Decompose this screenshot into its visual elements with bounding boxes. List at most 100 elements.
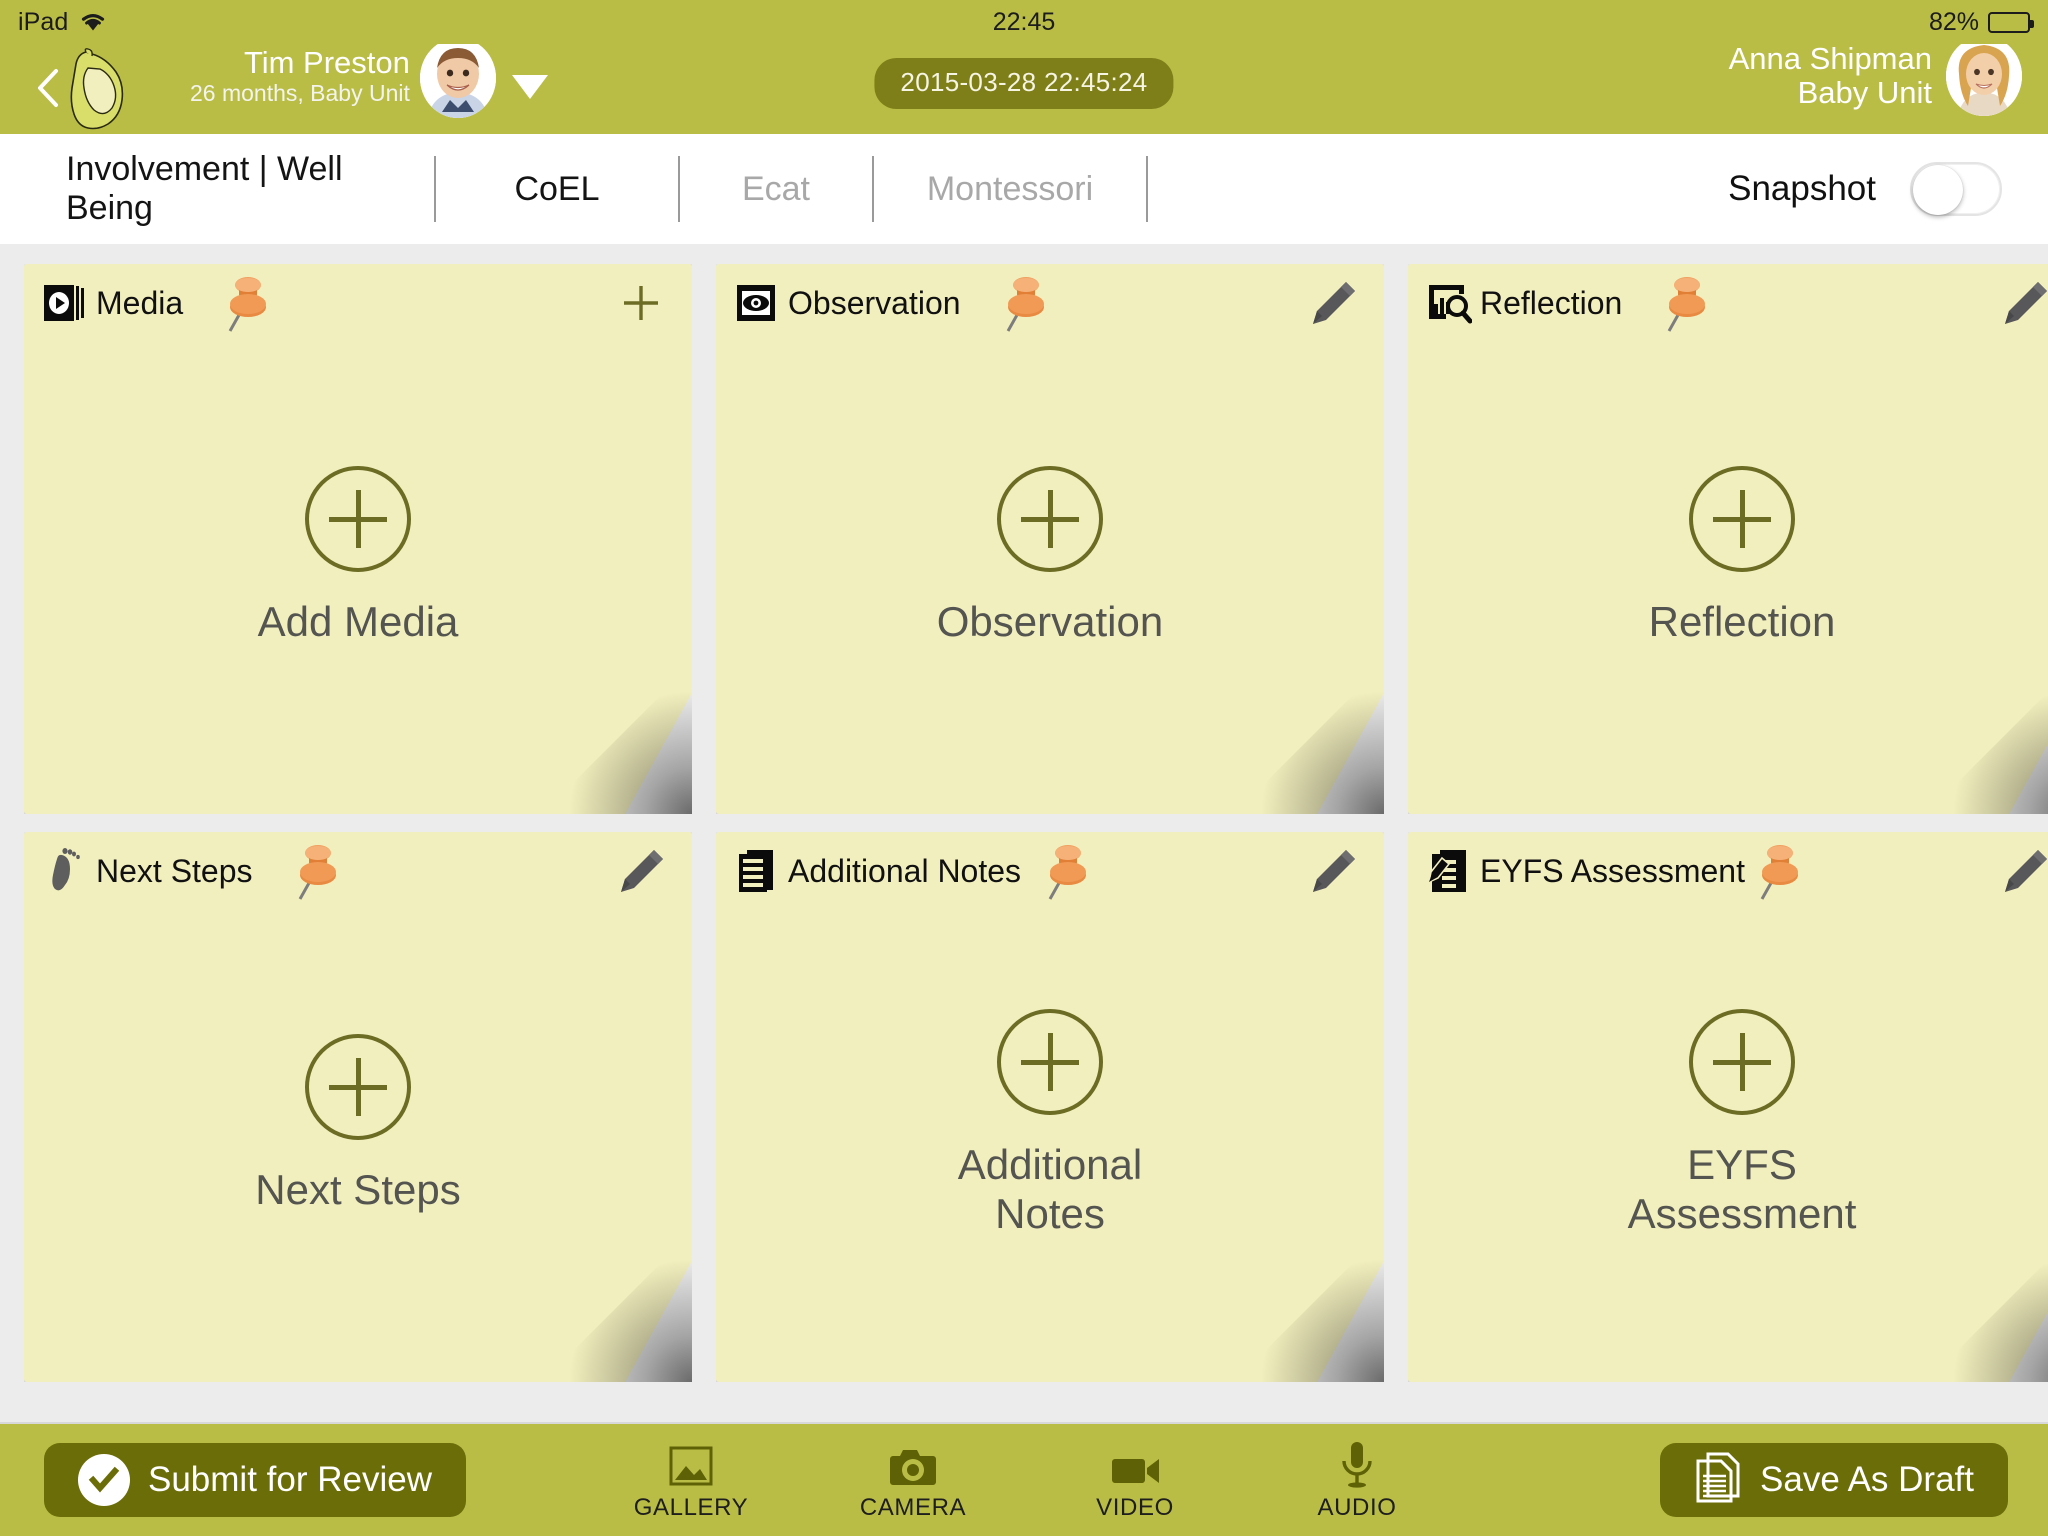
card-eyfs-assessment-body[interactable]: EYFS Assessment	[1408, 910, 2048, 1382]
card-eyfs-assessment[interactable]: EYFS Assessment EYFS Assessment	[1408, 832, 2048, 1382]
staff-name: Anna Shipman	[1728, 40, 1932, 76]
plus-circle-icon[interactable]	[1689, 1009, 1795, 1116]
snapshot-toggle[interactable]	[1910, 162, 2002, 216]
card-observation-body[interactable]: Observation	[716, 342, 1384, 814]
card-reflection-header: Reflection	[1408, 264, 2048, 342]
card-next-steps[interactable]: Next Steps Next Steps	[24, 832, 692, 1382]
snapshot-label: Snapshot	[1728, 169, 1876, 208]
elephant-logo-icon[interactable]	[62, 48, 134, 130]
tab-montessori[interactable]: Montessori	[874, 156, 1148, 222]
card-additional-notes[interactable]: Additional Notes Additional Notes	[716, 832, 1384, 1382]
pushpin-icon[interactable]	[1656, 271, 1712, 335]
snapshot-control: Snapshot	[1728, 162, 2048, 216]
tab-coel[interactable]: CoEL	[436, 156, 680, 222]
plus-circle-icon[interactable]	[997, 1009, 1103, 1116]
check-circle-icon	[78, 1454, 130, 1506]
status-bar: iPad 22:45 82%	[0, 0, 2048, 44]
plus-circle-icon[interactable]	[305, 1033, 411, 1140]
child-text: Tim Preston 26 months, Baby Unit	[190, 44, 420, 109]
notes-document-icon	[734, 848, 780, 894]
timestamp-badge: 2015-03-28 22:45:24	[874, 58, 1174, 109]
child-selector[interactable]: Tim Preston 26 months, Baby Unit	[190, 38, 548, 118]
card-observation-edit-button[interactable]	[1304, 274, 1362, 332]
card-eyfs-assessment-action-label: EYFS Assessment	[1627, 1141, 1857, 1237]
card-reflection-body[interactable]: Reflection	[1408, 342, 2048, 814]
card-media-action-label: Add Media	[257, 597, 459, 645]
plus-circle-icon[interactable]	[997, 465, 1103, 572]
card-media[interactable]: Media Add Media	[24, 264, 692, 814]
camera-icon	[887, 1438, 939, 1490]
video-button[interactable]: VIDEO	[1080, 1438, 1190, 1522]
card-reflection-edit-button[interactable]	[1996, 274, 2048, 332]
media-tool-group: GALLERY CAMERA VIDEO AUDIO	[633, 1438, 1412, 1522]
card-observation-header: Observation	[716, 264, 1384, 342]
status-bar-clock: 22:45	[992, 7, 1056, 36]
card-additional-notes-action-label: Additional Notes	[957, 1141, 1143, 1237]
card-row-2: Next Steps Next Steps Additional Notes A…	[24, 832, 2048, 1382]
card-reflection[interactable]: Reflection Reflection	[1408, 264, 2048, 814]
bottom-toolbar: Submit for Review GALLERY CAMERA VIDEO A…	[0, 1422, 2048, 1536]
battery-percent-label: 82%	[1928, 7, 1979, 36]
pushpin-icon[interactable]	[1037, 839, 1093, 903]
chevron-down-icon[interactable]	[511, 75, 548, 99]
card-additional-notes-title: Additional Notes	[788, 852, 1022, 889]
card-additional-notes-edit-button[interactable]	[1304, 842, 1362, 900]
documents-icon	[1694, 1452, 1742, 1509]
card-reflection-title: Reflection	[1480, 284, 1623, 321]
staff-profile[interactable]: Anna Shipman Baby Unit	[1729, 36, 2022, 116]
media-play-icon	[42, 280, 88, 326]
chart-search-icon	[1426, 280, 1472, 326]
staff-avatar[interactable]	[1946, 36, 2022, 116]
battery-icon	[1988, 11, 2034, 33]
card-next-steps-action-label: Next Steps	[255, 1165, 461, 1213]
tab-ecat[interactable]: Ecat	[680, 156, 874, 222]
staff-unit: Baby Unit	[1797, 75, 1932, 110]
eye-icon	[734, 280, 780, 326]
card-additional-notes-body[interactable]: Additional Notes	[716, 910, 1384, 1382]
plus-circle-icon[interactable]	[1689, 465, 1795, 572]
card-grid: Media Add Media Observation Observation …	[0, 244, 2048, 1422]
card-observation-title: Observation	[788, 284, 961, 321]
video-icon	[1109, 1438, 1161, 1490]
card-media-header: Media	[24, 264, 692, 342]
card-additional-notes-header: Additional Notes	[716, 832, 1384, 910]
submit-for-review-button[interactable]: Submit for Review	[44, 1443, 466, 1517]
card-next-steps-title: Next Steps	[96, 852, 253, 889]
microphone-icon	[1339, 1438, 1375, 1490]
snapshot-toggle-knob	[1913, 165, 1963, 215]
gallery-button[interactable]: GALLERY	[633, 1438, 749, 1522]
card-media-title: Media	[96, 284, 184, 321]
card-eyfs-assessment-edit-button[interactable]	[1996, 842, 2048, 900]
gallery-icon	[667, 1438, 715, 1490]
audio-label: AUDIO	[1317, 1494, 1397, 1521]
card-row-1: Media Add Media Observation Observation …	[24, 264, 2048, 814]
pushpin-icon[interactable]	[995, 271, 1051, 335]
save-as-draft-button[interactable]: Save As Draft	[1660, 1443, 2008, 1517]
card-eyfs-assessment-header: EYFS Assessment	[1408, 832, 2048, 910]
pushpin-icon[interactable]	[1749, 839, 1805, 903]
card-next-steps-body[interactable]: Next Steps	[24, 910, 692, 1382]
save-as-draft-label: Save As Draft	[1760, 1460, 1974, 1499]
video-label: VIDEO	[1096, 1494, 1174, 1521]
camera-label: CAMERA	[859, 1494, 967, 1521]
card-observation[interactable]: Observation Observation	[716, 264, 1384, 814]
gallery-label: GALLERY	[633, 1494, 749, 1521]
plus-circle-icon[interactable]	[305, 465, 411, 572]
audio-button[interactable]: AUDIO	[1302, 1438, 1412, 1522]
child-name: Tim Preston	[243, 44, 410, 80]
pushpin-icon[interactable]	[217, 271, 273, 335]
pushpin-icon[interactable]	[287, 839, 343, 903]
card-media-body[interactable]: Add Media	[24, 342, 692, 814]
camera-button[interactable]: CAMERA	[858, 1438, 968, 1522]
child-details: 26 months, Baby Unit	[190, 80, 410, 107]
card-media-add-button[interactable]	[612, 274, 670, 332]
back-chevron-icon[interactable]	[34, 68, 62, 108]
status-bar-right: 82%	[1928, 7, 2034, 37]
card-observation-action-label: Observation	[936, 597, 1164, 645]
card-eyfs-assessment-title: EYFS Assessment	[1480, 852, 1745, 889]
card-next-steps-header: Next Steps	[24, 832, 692, 910]
child-avatar[interactable]	[419, 38, 496, 118]
card-next-steps-edit-button[interactable]	[612, 842, 670, 900]
tab-involvement-well-being[interactable]: Involvement | Well Being	[0, 150, 436, 227]
submit-for-review-label: Submit for Review	[148, 1460, 432, 1499]
